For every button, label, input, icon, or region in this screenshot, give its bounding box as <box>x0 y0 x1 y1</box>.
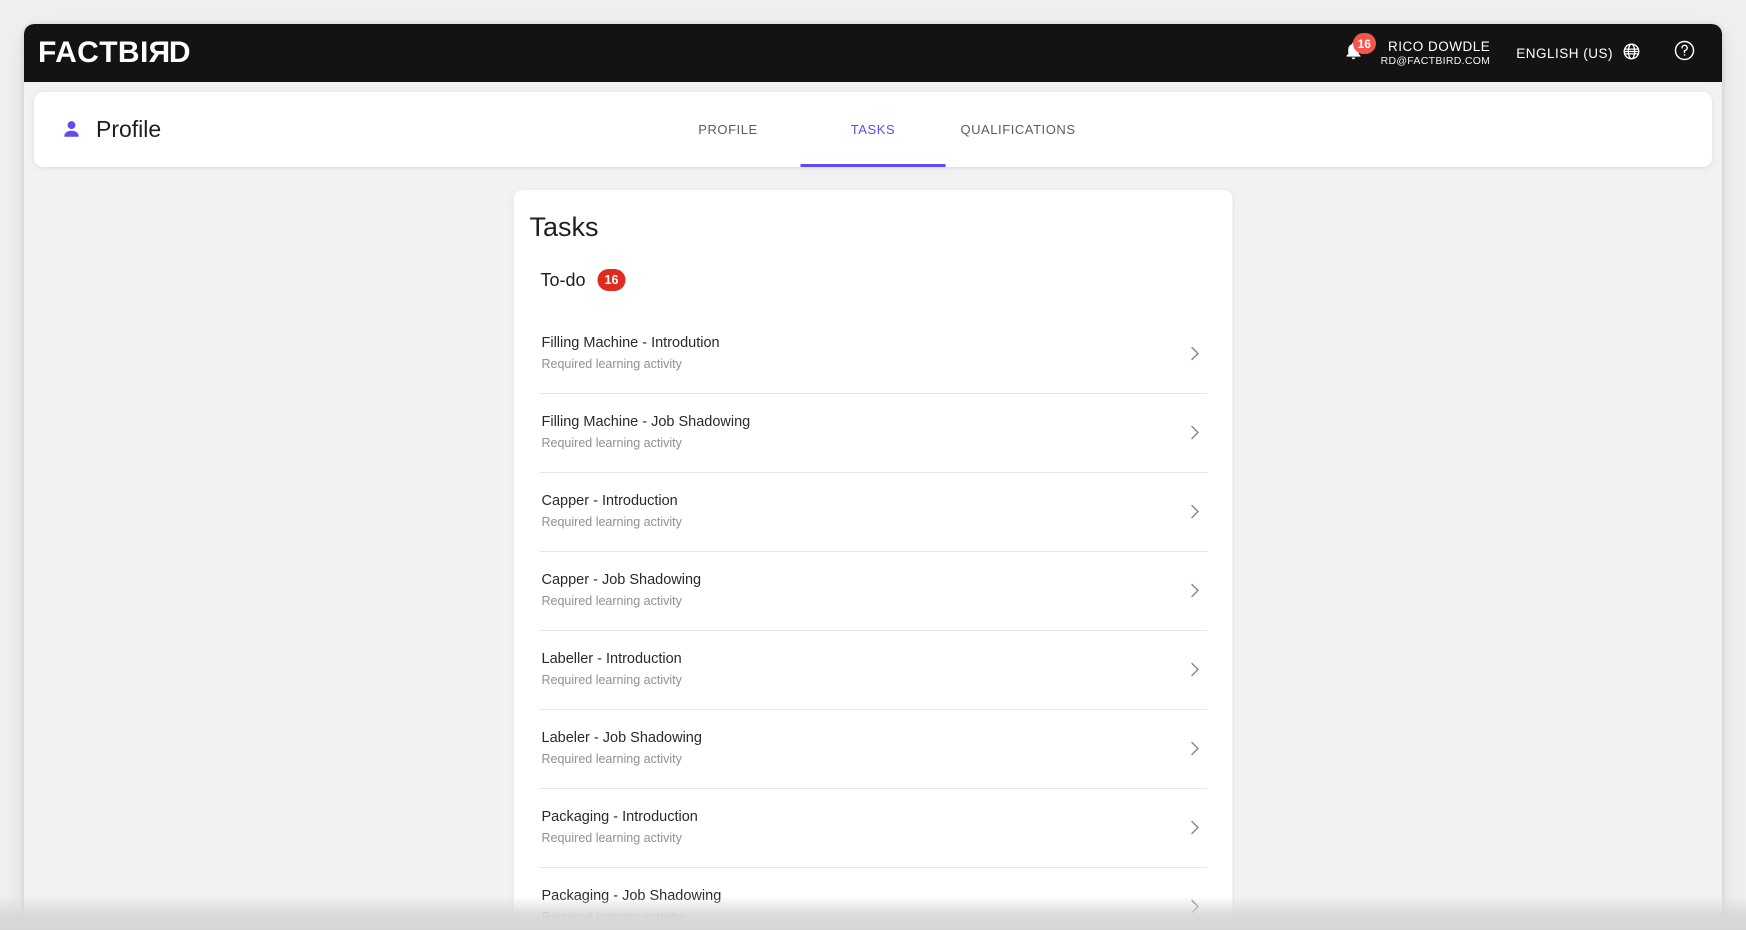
task-subtitle: Required learning activity <box>541 593 682 608</box>
task-text-group: Labeler - Job Shadowing Required learnin… <box>540 728 1182 769</box>
task-title: Capper - Introduction <box>541 492 678 509</box>
task-row[interactable]: Filling Machine - Job Shadowing Required… <box>539 393 1208 472</box>
task-subtitle: Required learning activity <box>541 435 682 450</box>
todo-section-title: To-do <box>540 269 586 290</box>
chevron-right-icon[interactable] <box>1182 662 1208 677</box>
task-row[interactable]: Labeler - Job Shadowing Required learnin… <box>539 709 1208 788</box>
top-header-right-group: 16 RICO DOWDLE RD@FACTBIRD.COM ENGLISH (… <box>1337 33 1696 73</box>
page-title-group: Profile <box>60 116 161 143</box>
language-selector[interactable]: ENGLISH (US) <box>1516 42 1641 64</box>
chevron-right-icon[interactable] <box>1182 741 1208 756</box>
logo-text-part-2: D <box>168 36 191 69</box>
user-name-label: RICO DOWDLE <box>1387 39 1491 55</box>
task-row[interactable]: Labeller - Introduction Required learnin… <box>539 630 1208 709</box>
chevron-right-icon[interactable] <box>1182 504 1208 519</box>
factbird-logo[interactable]: FACTBI R D <box>32 36 191 69</box>
task-text-group: Capper - Introduction Required learning … <box>540 491 1182 532</box>
task-text-group: Filling Machine - Introdution Required l… <box>540 333 1182 374</box>
chevron-right-icon[interactable] <box>1182 899 1208 914</box>
task-text-group: Capper - Job Shadowing Required learning… <box>540 570 1182 611</box>
notification-count-badge: 16 <box>1352 33 1376 54</box>
task-subtitle: Required learning activity <box>541 356 682 371</box>
task-title: Labeller - Introduction <box>541 650 682 667</box>
tab-profile[interactable]: PROFILE <box>656 92 801 167</box>
task-text-group: Labeller - Introduction Required learnin… <box>540 649 1182 690</box>
task-text-group: Filling Machine - Job Shadowing Required… <box>540 412 1182 453</box>
task-title: Capper - Job Shadowing <box>541 571 702 588</box>
user-account-button[interactable]: RICO DOWDLE RD@FACTBIRD.COM <box>1381 39 1491 67</box>
logo-bird-r-glyph: R <box>147 36 170 69</box>
help-button[interactable] <box>1673 39 1696 67</box>
tab-tasks[interactable]: TASKS <box>800 92 946 167</box>
task-subtitle: Required learning activity <box>541 830 682 845</box>
top-header-bar: FACTBI R D 16 RICO DOWDLE RD@FACTBIRD.COM … <box>24 24 1722 82</box>
task-title: Filling Machine - Job Shadowing <box>541 413 751 430</box>
user-email-label: RD@FACTBIRD.COM <box>1380 54 1491 67</box>
chevron-right-icon[interactable] <box>1182 583 1208 598</box>
task-row[interactable]: Filling Machine - Introdution Required l… <box>540 314 1208 393</box>
task-row[interactable]: Packaging - Introduction Required learni… <box>539 788 1208 867</box>
task-row[interactable]: Capper - Job Shadowing Required learning… <box>539 551 1208 630</box>
help-circle-icon <box>1673 39 1696 67</box>
notifications-button[interactable]: 16 <box>1337 33 1376 73</box>
task-row[interactable]: Packaging - Job Shadowing Required learn… <box>539 867 1208 930</box>
task-text-group: Packaging - Introduction Required learni… <box>540 807 1182 848</box>
logo-text-part-1: FACTBI <box>38 36 149 69</box>
task-text-group: Packaging - Job Shadowing Required learn… <box>540 886 1182 927</box>
chevron-right-icon[interactable] <box>1182 425 1208 440</box>
globe-icon <box>1622 42 1641 64</box>
task-subtitle: Required learning activity <box>541 751 682 766</box>
profile-tab-bar: PROFILE TASKS QUALIFICATIONS <box>656 92 1091 167</box>
page-body: Profile PROFILE TASKS QUALIFICATIONS Tas… <box>24 82 1722 930</box>
task-subtitle: Required learning activity <box>541 672 682 687</box>
tasks-panel: Tasks To-do 16 Filling Machine - Introdu… <box>513 190 1233 930</box>
task-title: Filling Machine - Introdution <box>541 334 720 351</box>
profile-header-card: Profile PROFILE TASKS QUALIFICATIONS <box>34 92 1712 167</box>
page-title: Profile <box>96 116 162 142</box>
tab-qualifications[interactable]: QUALIFICATIONS <box>946 92 1091 167</box>
tab-profile-label: PROFILE <box>698 122 758 137</box>
todo-count-badge: 16 <box>597 269 626 291</box>
chevron-right-icon[interactable] <box>1182 346 1208 361</box>
language-label: ENGLISH (US) <box>1516 45 1613 61</box>
todo-task-list: Filling Machine - Introdution Required l… <box>539 314 1208 930</box>
chevron-right-icon[interactable] <box>1182 820 1208 835</box>
tasks-heading: Tasks <box>529 212 599 242</box>
task-title: Labeler - Job Shadowing <box>541 729 702 746</box>
task-subtitle: Required learning activity <box>541 909 682 924</box>
task-row[interactable]: Capper - Introduction Required learning … <box>539 472 1208 551</box>
task-title: Packaging - Job Shadowing <box>541 887 722 904</box>
task-subtitle: Required learning activity <box>541 514 682 529</box>
person-icon <box>60 118 83 141</box>
task-title: Packaging - Introduction <box>541 808 698 825</box>
tab-tasks-label: TASKS <box>850 122 896 137</box>
tab-qualifications-label: QUALIFICATIONS <box>960 122 1076 137</box>
app-window: FACTBI R D 16 RICO DOWDLE RD@FACTBIRD.COM … <box>24 24 1722 930</box>
todo-section-header: To-do 16 <box>514 243 1233 291</box>
